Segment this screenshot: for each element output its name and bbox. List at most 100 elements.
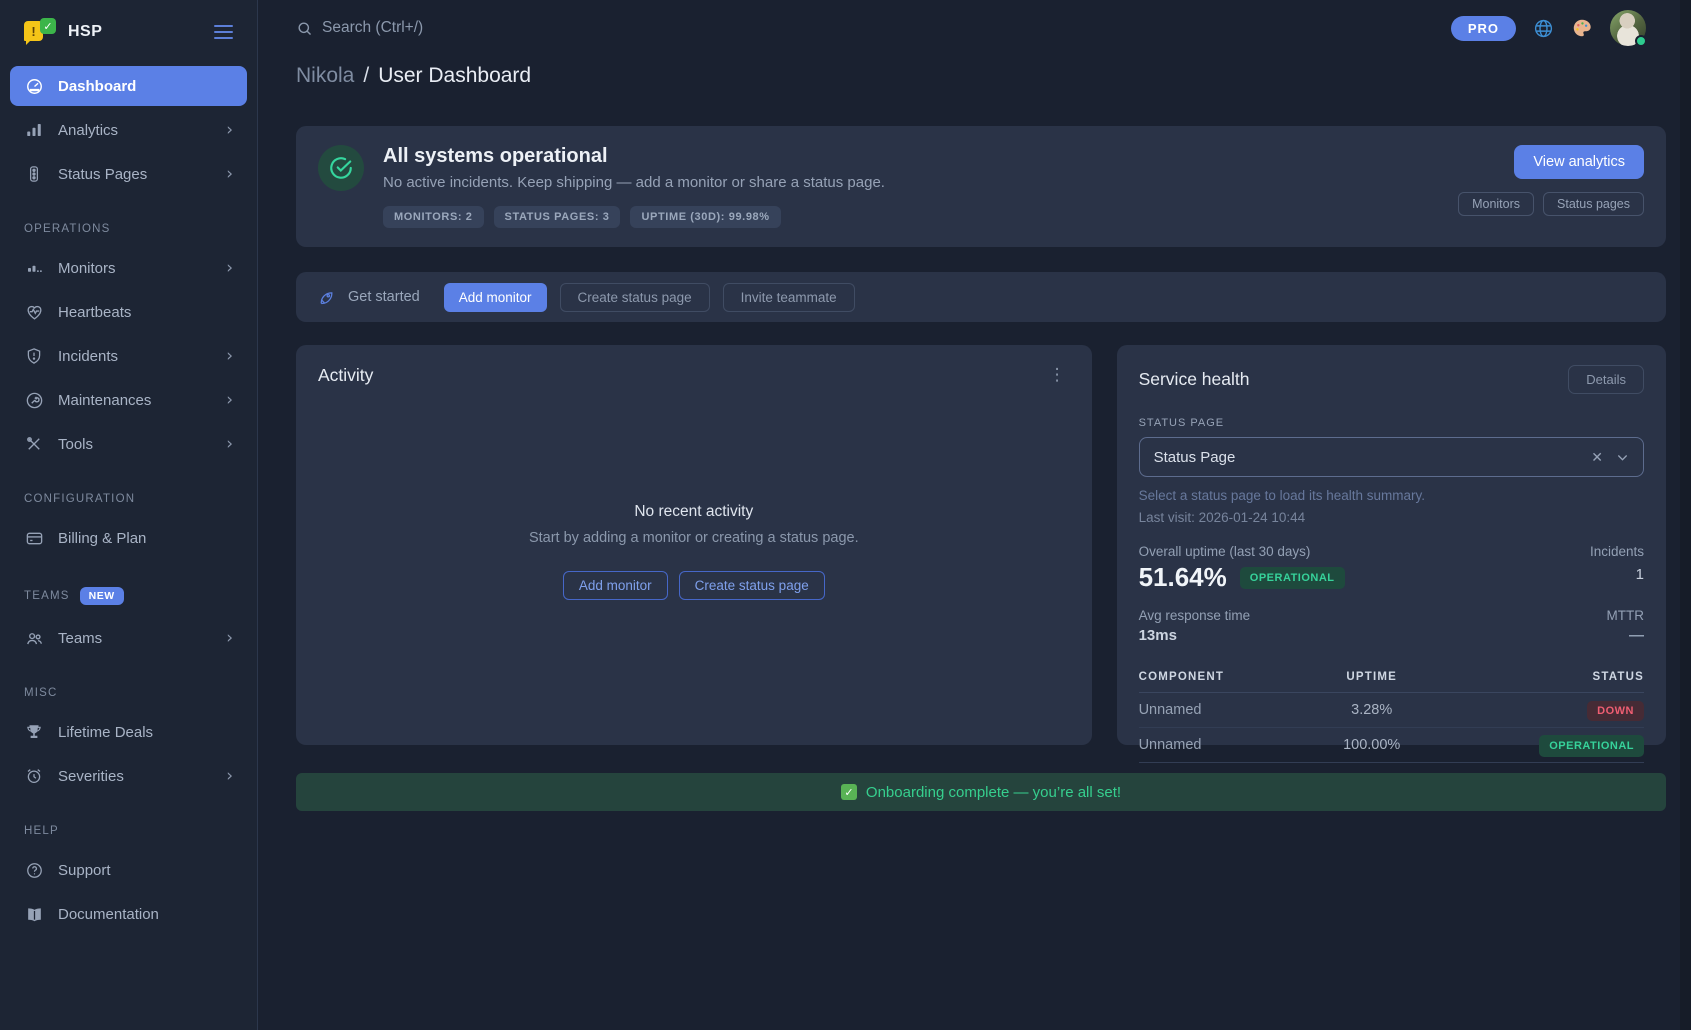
component-name: Unnamed xyxy=(1139,728,1314,763)
hero-actions: View analytics Monitors Status pages xyxy=(1458,145,1644,216)
palette-icon[interactable] xyxy=(1571,17,1593,39)
sidebar-item-label: Lifetime Deals xyxy=(58,724,153,741)
topbar: Search (Ctrl+/) PRO xyxy=(296,0,1666,56)
onboarding-banner: ✓ Onboarding complete — you’re all set! xyxy=(296,773,1666,811)
breadcrumb-separator: / xyxy=(363,64,369,88)
rocket-icon xyxy=(318,289,335,306)
sidebar-item-label: Heartbeats xyxy=(58,304,131,321)
hero-badges: MONITORS: 2 STATUS PAGES: 3 UPTIME (30D)… xyxy=(383,206,885,228)
col-status: STATUS xyxy=(1430,663,1644,693)
search-input[interactable]: Search (Ctrl+/) xyxy=(296,19,423,37)
trophy-icon xyxy=(24,722,44,742)
breadcrumb: Nikola / User Dashboard xyxy=(296,64,1666,88)
empty-state-subtitle: Start by adding a monitor or creating a … xyxy=(529,530,859,546)
sidebar-item-label: Incidents xyxy=(58,348,118,365)
create-status-page-button[interactable]: Create status page xyxy=(560,283,710,312)
sidebar-section-configuration: CONFIGURATION xyxy=(0,466,257,516)
status-badge: DOWN xyxy=(1587,701,1644,721)
logo-row: ! ✓ HSP xyxy=(0,0,257,64)
globe-icon[interactable] xyxy=(1533,18,1554,39)
sidebar-item-label: Billing & Plan xyxy=(58,530,146,547)
topbar-actions: PRO xyxy=(1451,10,1646,46)
last-visit-text: Last visit: 2026-01-24 10:44 xyxy=(1139,510,1644,525)
sidebar-item-billing[interactable]: Billing & Plan xyxy=(10,518,247,558)
onboarding-text: Onboarding complete — you’re all set! xyxy=(866,784,1121,801)
status-page-select-value: Status Page xyxy=(1154,449,1236,466)
sidebar-item-label: Documentation xyxy=(58,906,159,923)
add-monitor-button[interactable]: Add monitor xyxy=(444,283,547,312)
get-started-bar: Get started Add monitor Create status pa… xyxy=(296,272,1666,322)
table-row[interactable]: Unnamed 100.00% OPERATIONAL xyxy=(1139,728,1644,763)
people-icon xyxy=(24,628,44,648)
invite-teammate-button[interactable]: Invite teammate xyxy=(723,283,855,312)
avg-response-value: 13ms xyxy=(1139,627,1251,644)
alarm-clock-icon xyxy=(24,766,44,786)
breadcrumb-parent[interactable]: Nikola xyxy=(296,64,354,88)
sidebar-item-label: Monitors xyxy=(58,260,116,277)
mttr-value: — xyxy=(1607,627,1645,644)
sidebar-item-incidents[interactable]: Incidents › xyxy=(10,336,247,376)
question-circle-icon xyxy=(24,860,44,880)
sidebar-item-status-pages[interactable]: Status Pages › xyxy=(10,154,247,194)
component-name: Unnamed xyxy=(1139,693,1314,728)
chevron-right-icon: › xyxy=(226,260,233,277)
new-badge: NEW xyxy=(80,587,124,605)
monitors-chart-icon xyxy=(24,258,44,278)
sidebar-item-analytics[interactable]: Analytics › xyxy=(10,110,247,150)
status-page-select-label: STATUS PAGE xyxy=(1139,417,1644,429)
bar-chart-icon xyxy=(24,120,44,140)
status-hero-card: All systems operational No active incide… xyxy=(296,126,1666,247)
uptime-label: Overall uptime (last 30 days) xyxy=(1139,544,1345,559)
sidebar-section-help: HELP xyxy=(0,798,257,848)
details-button[interactable]: Details xyxy=(1568,365,1644,394)
table-row[interactable]: Unnamed 3.28% DOWN xyxy=(1139,693,1644,728)
sidebar-item-support[interactable]: Support xyxy=(10,850,247,890)
sidebar-collapse-icon[interactable] xyxy=(210,21,237,43)
component-uptime: 3.28% xyxy=(1313,693,1430,728)
operational-badge: OPERATIONAL xyxy=(1240,567,1345,589)
view-analytics-button[interactable]: View analytics xyxy=(1514,145,1644,179)
sidebar-item-teams[interactable]: Teams › xyxy=(10,618,247,658)
sidebar-item-documentation[interactable]: Documentation xyxy=(10,894,247,934)
sidebar-item-label: Tools xyxy=(58,436,93,453)
uptime-value: 51.64% xyxy=(1139,562,1227,593)
chevron-right-icon: › xyxy=(226,630,233,647)
traffic-light-icon xyxy=(24,164,44,184)
book-icon xyxy=(24,904,44,924)
sidebar-item-label: Severities xyxy=(58,768,124,785)
status-page-select[interactable]: Status Page ✕ xyxy=(1139,437,1644,477)
sidebar-section-teams: TEAMS NEW xyxy=(0,560,257,616)
scrollbar[interactable] xyxy=(1680,0,1691,1030)
chevron-right-icon: › xyxy=(226,392,233,409)
chevron-right-icon: › xyxy=(226,436,233,453)
chevron-right-icon: › xyxy=(226,166,233,183)
sidebar-item-dashboard[interactable]: Dashboard xyxy=(10,66,247,106)
sidebar-item-monitors[interactable]: Monitors › xyxy=(10,248,247,288)
get-started-label: Get started xyxy=(348,289,420,305)
hero-subtitle: No active incidents. Keep shipping — add… xyxy=(383,174,885,191)
pro-badge[interactable]: PRO xyxy=(1451,16,1516,41)
empty-add-monitor-button[interactable]: Add monitor xyxy=(563,571,668,600)
monitors-button[interactable]: Monitors xyxy=(1458,192,1534,216)
sidebar-item-lifetime-deals[interactable]: Lifetime Deals xyxy=(10,712,247,752)
components-table: COMPONENT UPTIME STATUS Unnamed 3.28% DO… xyxy=(1139,663,1644,763)
status-pages-button[interactable]: Status pages xyxy=(1543,192,1644,216)
user-avatar[interactable] xyxy=(1610,10,1646,46)
sidebar-item-maintenances[interactable]: Maintenances › xyxy=(10,380,247,420)
clear-selection-icon[interactable]: ✕ xyxy=(1591,449,1603,466)
sidebar-item-label: Dashboard xyxy=(58,78,136,95)
uptime-30d-badge: UPTIME (30D): 99.98% xyxy=(630,206,780,228)
sidebar-item-tools[interactable]: Tools › xyxy=(10,424,247,464)
kebab-menu-icon[interactable]: ⋮ xyxy=(1043,363,1072,387)
empty-create-status-page-button[interactable]: Create status page xyxy=(679,571,825,600)
sidebar-item-severities[interactable]: Severities › xyxy=(10,756,247,796)
breadcrumb-current: User Dashboard xyxy=(378,64,531,88)
gauge-icon xyxy=(24,76,44,96)
chevron-down-icon[interactable] xyxy=(1616,451,1629,464)
sidebar-item-heartbeats[interactable]: Heartbeats xyxy=(10,292,247,332)
wrench-circle-icon xyxy=(24,390,44,410)
sidebar-item-label: Analytics xyxy=(58,122,118,139)
check-circle-icon xyxy=(318,145,364,191)
sidebar-item-label: Teams xyxy=(58,630,102,647)
online-status-dot xyxy=(1635,35,1647,47)
